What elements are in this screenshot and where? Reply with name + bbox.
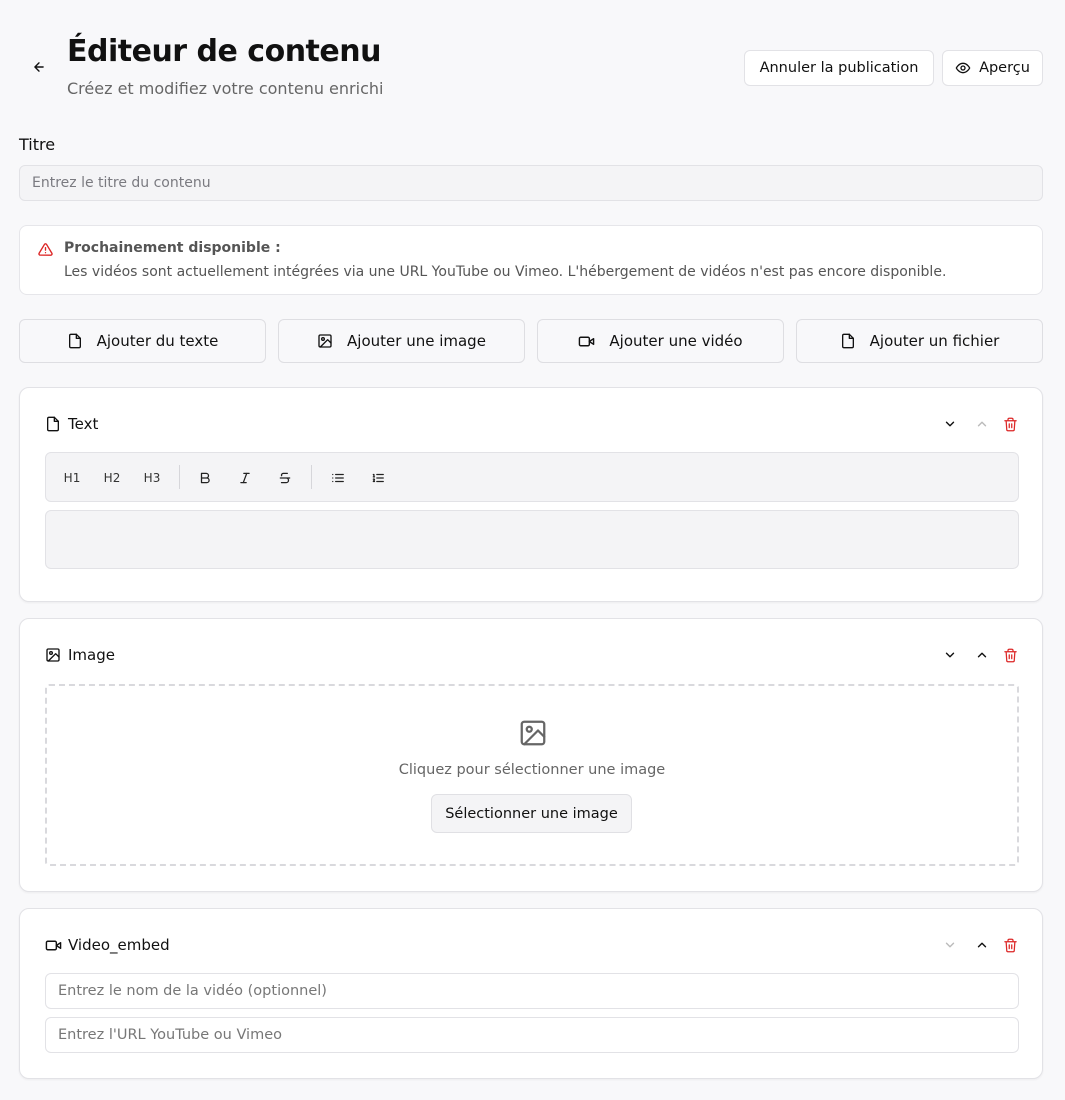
- toolbar-divider: [179, 465, 180, 489]
- trash-icon: [1003, 648, 1017, 662]
- heading-2-label: H2: [103, 471, 121, 485]
- alert-title: Prochainement disponible :: [64, 240, 281, 256]
- video-name-input[interactable]: [45, 973, 1019, 1009]
- image-block-title: Image: [68, 646, 115, 664]
- move-down-button[interactable]: [940, 645, 960, 665]
- heading-1-button[interactable]: H1: [63, 466, 81, 490]
- strikethrough-button[interactable]: [276, 466, 294, 490]
- coming-soon-alert: Prochainement disponible : Les vidéos so…: [19, 225, 1043, 295]
- file-icon: [45, 416, 61, 432]
- chevron-down-icon: [945, 421, 955, 427]
- select-image-button[interactable]: Sélectionner une image: [431, 794, 632, 833]
- italic-button[interactable]: [236, 466, 254, 490]
- bold-icon: [200, 472, 210, 484]
- move-down-button[interactable]: [940, 414, 960, 434]
- delete-block-button[interactable]: [1000, 935, 1020, 955]
- video-icon: [45, 937, 62, 954]
- delete-block-button[interactable]: [1000, 414, 1020, 434]
- add-file-label: Ajouter un fichier: [869, 332, 1000, 350]
- select-image-label: Sélectionner une image: [445, 805, 618, 822]
- text-editor-area[interactable]: [45, 510, 1019, 569]
- move-down-button[interactable]: [940, 935, 960, 955]
- heading-3-button[interactable]: H3: [143, 466, 161, 490]
- text-block: Text H1 H2 H3: [19, 387, 1043, 602]
- add-file-button[interactable]: Ajouter un fichier: [796, 319, 1043, 363]
- heading-1-label: H1: [63, 471, 81, 485]
- preview-label: Aperçu: [979, 60, 1030, 76]
- chevron-up-icon: [977, 942, 987, 948]
- preview-button[interactable]: Aperçu: [942, 50, 1043, 86]
- alert-triangle-icon: [38, 242, 53, 257]
- add-image-button[interactable]: Ajouter une image: [278, 319, 525, 363]
- trash-icon: [1003, 938, 1017, 952]
- video-block: Video_embed: [19, 908, 1043, 1079]
- numbered-list-icon: [372, 473, 384, 483]
- unpublish-button[interactable]: Annuler la publication: [744, 50, 934, 86]
- file-icon: [841, 333, 854, 349]
- dropzone-text: Cliquez pour sélectionner une image: [398, 762, 666, 778]
- image-icon: [45, 647, 61, 663]
- chevron-down-icon: [945, 942, 955, 948]
- video-icon: [579, 336, 595, 346]
- page-subtitle: Créez et modifiez votre contenu enrichi: [67, 79, 384, 98]
- text-toolbar: H1 H2 H3: [45, 452, 1019, 502]
- add-video-label: Ajouter une vidéo: [609, 332, 743, 350]
- eye-icon: [955, 62, 971, 74]
- move-up-button[interactable]: [972, 414, 992, 434]
- add-text-label: Ajouter du texte: [96, 332, 219, 350]
- move-up-button[interactable]: [972, 645, 992, 665]
- move-up-button[interactable]: [972, 935, 992, 955]
- alert-text: Les vidéos sont actuellement intégrées v…: [64, 264, 947, 280]
- title-label: Titre: [19, 135, 56, 154]
- video-url-input[interactable]: [45, 1017, 1019, 1053]
- chevron-down-icon: [945, 652, 955, 658]
- unpublish-label: Annuler la publication: [759, 60, 919, 76]
- italic-icon: [240, 472, 250, 484]
- heading-2-button[interactable]: H2: [103, 466, 121, 490]
- arrow-left-icon: [34, 62, 44, 72]
- bullet-list-button[interactable]: [329, 466, 347, 490]
- trash-icon: [1003, 417, 1017, 431]
- toolbar-divider: [311, 465, 312, 489]
- numbered-list-button[interactable]: [369, 466, 387, 490]
- video-block-title: Video_embed: [68, 936, 170, 954]
- bold-button[interactable]: [196, 466, 214, 490]
- add-text-button[interactable]: Ajouter du texte: [19, 319, 266, 363]
- add-image-label: Ajouter une image: [347, 332, 486, 350]
- image-icon: [318, 334, 332, 348]
- chevron-up-icon: [977, 652, 987, 658]
- chevron-up-icon: [977, 421, 987, 427]
- image-block: Image Cliquez pour sélectionner une imag…: [19, 618, 1043, 892]
- page-title: Éditeur de contenu: [67, 34, 381, 69]
- strikethrough-icon: [279, 472, 291, 484]
- title-input[interactable]: [19, 165, 1043, 201]
- heading-3-label: H3: [143, 471, 161, 485]
- add-video-button[interactable]: Ajouter une vidéo: [537, 319, 784, 363]
- image-dropzone[interactable]: Cliquez pour sélectionner une image Séle…: [45, 684, 1019, 866]
- delete-block-button[interactable]: [1000, 645, 1020, 665]
- text-block-title: Text: [68, 415, 99, 433]
- bullet-list-icon: [332, 473, 344, 483]
- image-placeholder-icon: [518, 718, 548, 748]
- file-icon: [68, 333, 81, 349]
- back-button[interactable]: [28, 56, 50, 78]
